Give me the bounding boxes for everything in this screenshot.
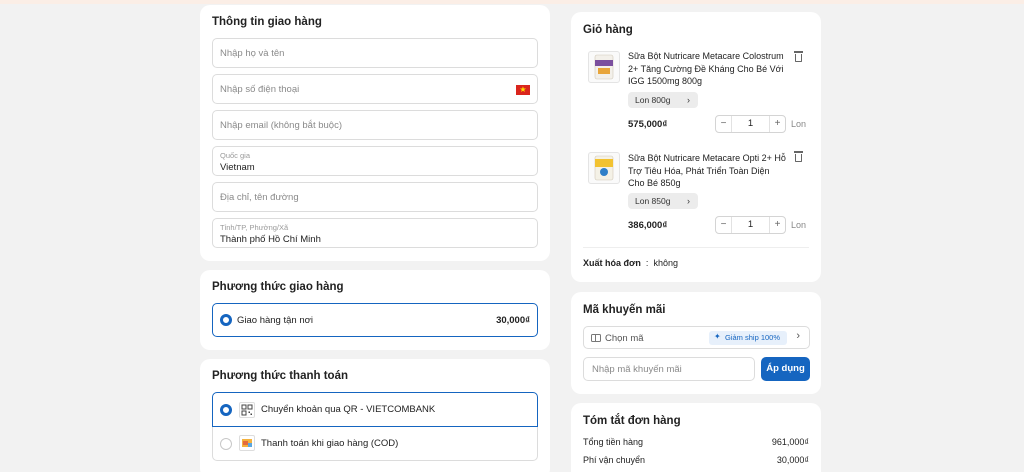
invoice-separator: : (643, 258, 651, 268)
summary-value: 30,000₫ (776, 455, 809, 465)
variant-label: Lon 800g (635, 95, 671, 105)
decrease-quantity-button[interactable]: − (716, 217, 732, 233)
email-field[interactable]: Nhập email (không bắt buộc) (212, 110, 538, 140)
order-summary-card: Tóm tắt đơn hàng Tổng tiền hàng 961,000₫… (571, 403, 821, 472)
shipping-method-title: Phương thức giao hàng (212, 281, 344, 293)
apply-promo-button[interactable]: Áp dụng (761, 357, 810, 381)
trash-icon[interactable] (794, 51, 803, 62)
summary-row-subtotal: Tổng tiền hàng 961,000₫ (583, 437, 809, 447)
cart-divider (583, 247, 809, 248)
address-placeholder: Địa chỉ, tên đường (220, 192, 299, 203)
invoice-row: Xuất hóa đơn : không (583, 258, 678, 268)
trash-icon[interactable] (794, 151, 803, 162)
payment-method-title: Phương thức thanh toán (212, 370, 348, 382)
country-value: Vietnam (220, 162, 255, 173)
quantity-stepper: − 1 + (715, 115, 786, 133)
cart-item: Sữa Bột Nutricare Metacare Colostrum 2+ … (571, 48, 821, 148)
shipping-option-radio[interactable] (220, 314, 232, 326)
shipping-option-price: 30,000₫ (496, 315, 530, 326)
cart-item: Sữa Bột Nutricare Metacare Opti 2+ Hỗ Tr… (571, 150, 821, 250)
full-name-placeholder: Nhập họ và tên (220, 48, 285, 59)
promo-select[interactable]: Chọn mã ✦ Giảm ship 100% › (583, 326, 810, 349)
cart-card: Giỏ hàng Sữa Bột Nutricare Metacare Colo… (571, 12, 821, 282)
order-summary-title: Tóm tắt đơn hàng (583, 415, 681, 427)
chevron-right-icon: › (687, 196, 690, 206)
payment-option-cod-label: Thanh toán khi giao hàng (COD) (261, 438, 399, 449)
ticket-icon (591, 334, 601, 342)
summary-row-shipping: Phí vận chuyển 30,000₫ (583, 455, 809, 465)
chevron-right-icon: › (687, 95, 690, 105)
invoice-label: Xuất hóa đơn (583, 258, 641, 268)
decrease-quantity-button[interactable]: − (716, 116, 732, 132)
apply-promo-label: Áp dụng (766, 363, 805, 374)
payment-option-qr-label: Chuyển khoản qua QR - VIETCOMBANK (261, 404, 436, 415)
qr-code-icon (239, 402, 255, 418)
summary-label: Phí vận chuyển (583, 455, 646, 465)
variant-selector[interactable]: Lon 850g › (628, 193, 698, 209)
promo-card: Mã khuyến mãi Chọn mã ✦ Giảm ship 100% ›… (571, 292, 821, 394)
product-image[interactable] (588, 51, 620, 83)
variant-label: Lon 850g (635, 196, 671, 206)
country-label: Quốc gia (220, 151, 251, 160)
province-select[interactable]: Tỉnh/TP, Phường/Xã Thành phố Hồ Chí Minh (212, 218, 538, 248)
variant-selector[interactable]: Lon 800g › (628, 92, 698, 108)
promo-title: Mã khuyến mãi (583, 304, 666, 316)
quantity-value[interactable]: 1 (732, 116, 769, 132)
invoice-value: không (653, 258, 678, 268)
shipping-option-home-delivery[interactable]: Giao hàng tận nơi 30,000₫ (212, 303, 538, 337)
province-value: Thành phố Hồ Chí Minh (220, 234, 321, 245)
promo-code-placeholder: Nhập mã khuyến mãi (592, 364, 682, 375)
payment-option-cod[interactable]: Thanh toán khi giao hàng (COD) (212, 427, 538, 461)
sparkle-icon: ✦ (714, 332, 721, 341)
increase-quantity-button[interactable]: + (769, 116, 785, 132)
full-name-field[interactable]: Nhập họ và tên (212, 38, 538, 68)
promo-select-label: Chọn mã (605, 333, 644, 344)
country-select[interactable]: Quốc gia Vietnam (212, 146, 538, 176)
product-name[interactable]: Sữa Bột Nutricare Metacare Colostrum 2+ … (628, 50, 788, 88)
shipping-info-card: Thông tin giao hàng Nhập họ và tên Nhập … (200, 5, 550, 261)
product-image[interactable] (588, 152, 620, 184)
payment-option-cod-radio[interactable] (220, 438, 232, 450)
promo-badge: ✦ Giảm ship 100% (709, 331, 787, 345)
quantity-unit: Lon (791, 119, 807, 129)
summary-label: Tổng tiền hàng (583, 437, 644, 447)
vietnam-flag-icon[interactable]: ★ (516, 85, 530, 95)
chevron-right-icon: › (796, 330, 800, 342)
promo-code-input[interactable]: Nhập mã khuyến mãi (583, 357, 755, 381)
product-price: 575,000₫ (628, 119, 668, 130)
product-name[interactable]: Sữa Bột Nutricare Metacare Opti 2+ Hỗ Tr… (628, 152, 788, 190)
shipping-info-title: Thông tin giao hàng (212, 16, 322, 28)
cart-title: Giỏ hàng (583, 24, 633, 36)
address-field[interactable]: Địa chỉ, tên đường (212, 182, 538, 212)
phone-placeholder: Nhập số điện thoại (220, 84, 300, 95)
increase-quantity-button[interactable]: + (769, 217, 785, 233)
top-accent-line (0, 0, 1024, 4)
payment-option-qr[interactable]: Chuyển khoản qua QR - VIETCOMBANK (212, 392, 538, 427)
shipping-option-label: Giao hàng tận nơi (237, 315, 313, 326)
phone-field[interactable]: Nhập số điện thoại ★ (212, 74, 538, 104)
cash-icon (239, 435, 255, 451)
payment-method-card: Phương thức thanh toán Chuyển khoản qua … (200, 359, 550, 472)
province-label: Tỉnh/TP, Phường/Xã (220, 223, 289, 232)
shipping-method-card: Phương thức giao hàng Giao hàng tận nơi … (200, 270, 550, 350)
quantity-unit: Lon (791, 220, 807, 230)
email-placeholder: Nhập email (không bắt buộc) (220, 120, 342, 131)
payment-option-qr-radio[interactable] (220, 404, 232, 416)
promo-badge-label: Giảm ship 100% (725, 333, 781, 342)
quantity-value[interactable]: 1 (732, 217, 769, 233)
product-price: 386,000₫ (628, 220, 668, 231)
summary-value: 961,000₫ (771, 437, 809, 447)
quantity-stepper: − 1 + (715, 216, 786, 234)
